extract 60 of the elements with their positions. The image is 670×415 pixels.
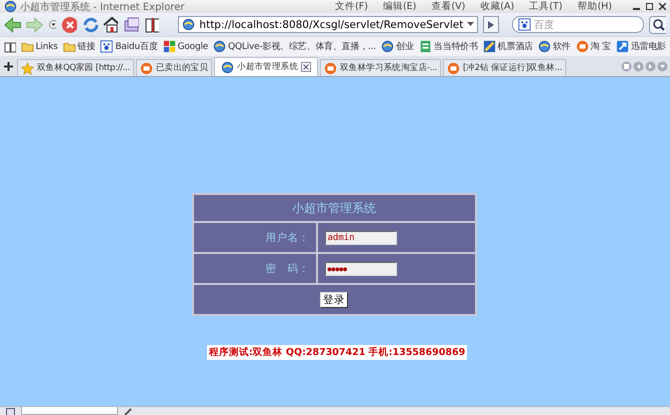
browser-tab[interactable]: 双鱼林学习系统淘宝店-... xyxy=(320,59,441,76)
stop-icon[interactable] xyxy=(61,16,78,34)
menu-item[interactable]: 查看(V) xyxy=(425,0,472,13)
username-field[interactable]: admin xyxy=(324,230,396,244)
field-label: 密 码： xyxy=(194,254,316,283)
paw-icon xyxy=(518,18,532,31)
status-field[interactable] xyxy=(21,407,118,415)
globe-icon xyxy=(213,40,226,53)
bookmark-link[interactable]: 创业 xyxy=(381,40,414,53)
menu-item[interactable]: 收藏(A) xyxy=(474,0,520,13)
pencil-icon[interactable] xyxy=(124,408,132,414)
home-icon[interactable] xyxy=(102,16,118,34)
paw-icon xyxy=(100,40,114,53)
star-icon xyxy=(21,62,34,74)
folder-icon xyxy=(62,40,76,53)
bookmark-link[interactable]: 机票酒店 xyxy=(482,40,533,53)
browser-logo-icon xyxy=(4,0,17,13)
book-icon[interactable] xyxy=(144,16,160,34)
login-title: 小超市管理系统 xyxy=(194,195,474,221)
browser-tab[interactable]: 已卖出的宝贝 xyxy=(136,59,212,76)
folder-icon xyxy=(20,40,34,53)
browser-tab[interactable]: 小超市管理系统 xyxy=(214,57,318,76)
window-icon[interactable] xyxy=(123,16,139,34)
menu-item[interactable]: 编辑(E) xyxy=(376,0,422,13)
menu-item[interactable]: 帮助(H) xyxy=(571,0,618,13)
bookmark-link[interactable]: QQLive-影视、综艺、体育、直播，... xyxy=(213,40,376,53)
login-button[interactable]: 登录 xyxy=(320,292,348,308)
back-icon[interactable] xyxy=(4,16,22,34)
refresh-icon[interactable] xyxy=(82,16,98,34)
address-field[interactable]: http://localhost:8080/Xcsgl/servlet/RemoveServlet xyxy=(178,16,478,33)
globe-icon xyxy=(221,60,234,74)
bookmark-link[interactable]: Google xyxy=(162,40,208,53)
bookmark-link[interactable]: 链接 xyxy=(62,40,96,53)
new-tab-icon[interactable] xyxy=(4,62,13,70)
close-icon[interactable] xyxy=(300,62,311,72)
window-title: 小超市管理系统 - Internet Explorer xyxy=(20,0,184,14)
bookmark-link[interactable]: 淘 宝 xyxy=(576,40,611,53)
globe-icon xyxy=(538,40,551,53)
menu-item[interactable]: 文件(F) xyxy=(329,0,374,13)
arrow-icon xyxy=(616,40,629,53)
bookmark-link[interactable]: 软件 xyxy=(538,40,571,53)
bookmark-link[interactable]: 迅雷电影 xyxy=(616,40,666,53)
dropdown-icon[interactable] xyxy=(48,20,56,29)
bookmark-link[interactable]: Links xyxy=(20,40,58,53)
field-label: 用户名： xyxy=(194,223,316,252)
squares-icon xyxy=(162,40,176,53)
close-icon[interactable] xyxy=(659,3,666,10)
globe-icon xyxy=(381,40,394,53)
go-button[interactable] xyxy=(483,16,500,33)
play-icon xyxy=(488,20,494,28)
bookmark-link[interactable]: 当当特价书 xyxy=(418,40,478,53)
bookmark-link[interactable]: Baidu百度 xyxy=(100,40,158,53)
browser-tab[interactable]: [冲2钻 保证运行]双鱼林... xyxy=(442,59,566,76)
maximize-icon[interactable] xyxy=(646,3,653,10)
search-icon[interactable] xyxy=(648,16,666,34)
book-icon[interactable] xyxy=(4,40,16,52)
dropdown-icon[interactable] xyxy=(467,22,474,27)
browser-tab[interactable]: 双鱼林QQ家园 [http://... xyxy=(17,59,134,76)
footer-note: 程序测试:双鱼林 QQ:287307421 手机:13558690869 xyxy=(206,345,468,360)
menu-item[interactable]: 工具(T) xyxy=(523,0,568,13)
